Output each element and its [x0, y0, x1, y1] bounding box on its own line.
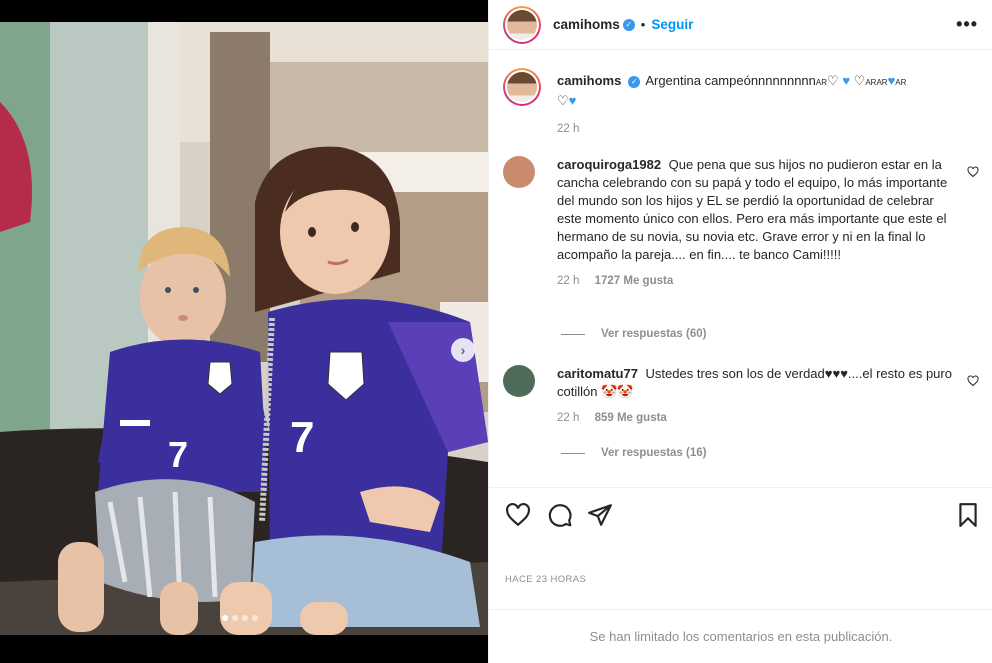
top-letterbox — [0, 0, 488, 22]
post-media[interactable]: 7 7 › — [0, 22, 488, 635]
commenter-avatar[interactable] — [503, 365, 535, 397]
comment-body: caritomatu77 Ustedes tres son los de ver… — [557, 365, 957, 427]
post-timestamp: HACE 23 HORAS — [505, 574, 587, 585]
follow-button[interactable]: Seguir — [651, 17, 693, 32]
post-photo: 7 7 — [0, 22, 488, 635]
flag-token: AR — [865, 78, 877, 87]
comments-limited-notice: Se han limitado los comentarios en esta … — [489, 609, 992, 663]
carousel-dot[interactable] — [232, 615, 238, 621]
view-replies-label: Ver respuestas (60) — [601, 328, 707, 340]
action-bar — [489, 487, 992, 542]
view-replies-button[interactable]: Ver respuestas (60) — [561, 328, 706, 340]
flag-token: AR — [876, 78, 888, 87]
comment-username[interactable]: caroquiroga1982 — [557, 157, 661, 172]
caption-username[interactable]: camihoms — [557, 73, 621, 88]
blue-heart-icon: ♥ — [568, 93, 577, 108]
view-replies-label: Ver respuestas (16) — [601, 447, 707, 459]
flag-token: AR — [895, 78, 907, 87]
carousel-dot[interactable] — [252, 615, 258, 621]
author-avatar[interactable] — [503, 5, 541, 44]
heart-icon[interactable] — [967, 166, 979, 178]
carousel-indicator — [222, 615, 258, 621]
comments-list[interactable]: camihoms ✓ Argentina campeónnnnnnnnnAR♡ ♥ … — [489, 60, 992, 485]
carousel-next-button[interactable]: › — [451, 338, 475, 362]
bookmark-icon[interactable] — [955, 502, 981, 528]
svg-text:7: 7 — [168, 434, 188, 475]
comments-limited-text: Se han limitado los comentarios en esta … — [589, 629, 893, 644]
caption-text: Argentina campeónnnnnnnnn — [645, 73, 816, 88]
caption-time: 22 h — [557, 123, 580, 135]
post-panel: camihoms ✓ • Seguir ••• camihoms ✓ Argenti… — [488, 0, 992, 663]
white-heart-icon: ♡ — [827, 73, 839, 88]
commenter-avatar[interactable] — [503, 156, 535, 188]
comment-body: caroquiroga1982 Que pena que sus hijos n… — [557, 156, 957, 290]
author-username[interactable]: camihoms — [553, 17, 620, 32]
bottom-letterbox — [0, 635, 488, 663]
white-heart-icon: ♡ — [557, 93, 569, 108]
verified-icon: ✓ — [628, 75, 641, 88]
comment-time: 22 h — [557, 412, 580, 424]
more-icon[interactable]: ••• — [956, 14, 978, 35]
caption-body: camihoms ✓ Argentina campeónnnnnnnnnAR♡ ♥ … — [557, 72, 957, 138]
svg-text:7: 7 — [290, 413, 314, 462]
comment-username[interactable]: caritomatu77 — [557, 366, 638, 381]
comment-icon[interactable] — [547, 502, 573, 528]
share-icon[interactable] — [587, 502, 613, 528]
blue-heart-icon: ♥ — [842, 73, 851, 88]
chevron-right-icon: › — [460, 342, 466, 358]
heart-icon[interactable] — [505, 502, 531, 528]
comment-likes[interactable]: 859 Me gusta — [595, 412, 667, 424]
post-header: camihoms ✓ • Seguir ••• — [489, 0, 992, 50]
white-heart-icon: ♡ — [853, 73, 866, 88]
comment-time: 22 h — [557, 275, 580, 287]
comment-text: Que pena que sus hijos no pudieron estar… — [557, 157, 948, 262]
verified-icon: ✓ — [622, 18, 635, 31]
carousel-dot[interactable] — [222, 615, 228, 621]
caption-avatar[interactable] — [503, 68, 541, 106]
carousel-dot[interactable] — [242, 615, 248, 621]
heart-icon[interactable] — [967, 375, 979, 387]
header-separator: • — [640, 17, 646, 32]
comment-likes[interactable]: 1727 Me gusta — [595, 275, 674, 287]
flag-token: AR — [815, 78, 828, 87]
view-replies-button[interactable]: Ver respuestas (16) — [561, 447, 706, 459]
